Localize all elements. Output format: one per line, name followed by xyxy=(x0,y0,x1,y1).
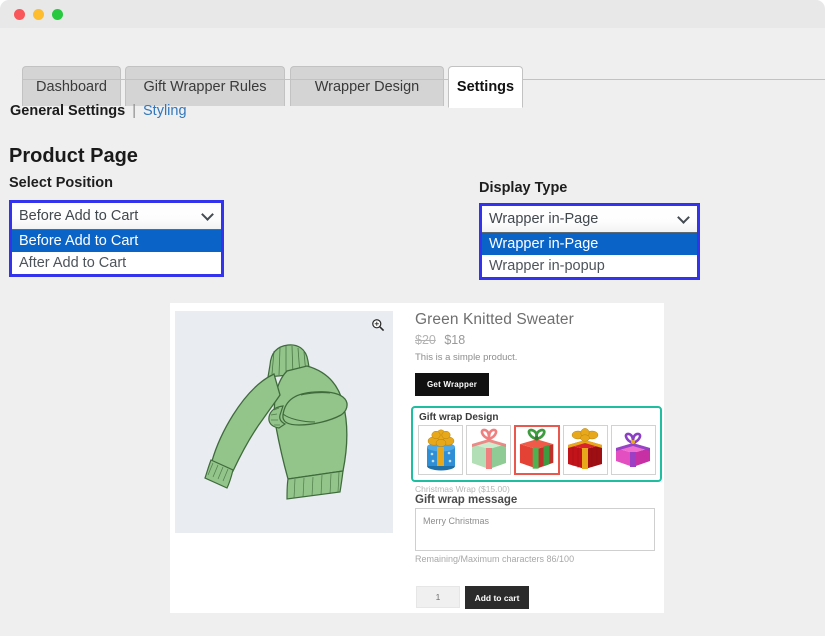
window-titlebar xyxy=(0,0,825,28)
green-pink-gift-icon xyxy=(468,427,510,473)
close-window-button[interactable] xyxy=(14,9,25,20)
tab-settings[interactable]: Settings xyxy=(448,66,523,108)
display-type-option-wrapper-in-page[interactable]: Wrapper in-Page xyxy=(482,233,697,255)
display-type-value: Wrapper in-Page xyxy=(482,211,598,227)
select-position-option-after-add-to-cart[interactable]: After Add to Cart xyxy=(12,252,221,274)
original-price: $20 xyxy=(415,333,436,347)
subnav: General Settings | Styling xyxy=(10,103,187,119)
display-type-label: Display Type xyxy=(479,180,567,196)
tab-gift-wrapper-rules[interactable]: Gift Wrapper Rules xyxy=(125,66,285,106)
gift-wrap-design-options xyxy=(417,425,656,475)
gift-wrap-option-blue-gold-round-gift[interactable] xyxy=(418,425,463,475)
gift-wrap-design-title: Gift wrap Design xyxy=(419,412,656,423)
minimize-window-button[interactable] xyxy=(33,9,44,20)
gift-wrap-design-panel: Gift wrap Design xyxy=(411,406,662,482)
gift-wrap-option-red-green-gift[interactable] xyxy=(514,425,559,475)
subnav-item-styling[interactable]: Styling xyxy=(143,103,187,119)
character-counter: Remaining/Maximum characters 86/100 xyxy=(415,554,574,564)
display-type-option-wrapper-in-popup[interactable]: Wrapper in-popup xyxy=(482,255,697,277)
red-green-gift-icon xyxy=(516,427,557,473)
tab-bar: Dashboard Gift Wrapper Rules Wrapper Des… xyxy=(0,28,825,82)
subnav-separator: | xyxy=(132,103,136,119)
maximize-window-button[interactable] xyxy=(52,9,63,20)
purple-pink-gift-icon xyxy=(612,427,654,473)
tab-dashboard[interactable]: Dashboard xyxy=(22,66,121,106)
subnav-item-general-settings[interactable]: General Settings xyxy=(10,103,125,119)
page-title: Product Page xyxy=(9,145,138,168)
select-position-option-before-add-to-cart[interactable]: Before Add to Cart xyxy=(12,230,221,252)
add-to-cart-button[interactable]: Add to cart xyxy=(465,586,529,609)
product-description: This is a simple product. xyxy=(415,352,659,363)
gift-wrap-option-green-pink-gift[interactable] xyxy=(466,425,511,475)
get-wrapper-button[interactable]: Get Wrapper xyxy=(415,373,489,396)
product-info: Green Knitted Sweater $20 $18 This is a … xyxy=(415,311,659,396)
display-type-dropdown[interactable]: Wrapper in-Page Wrapper in-Page Wrapper … xyxy=(479,203,700,280)
quantity-input[interactable]: 1 xyxy=(416,586,460,608)
select-position-field[interactable]: Before Add to Cart xyxy=(12,203,221,230)
gift-wrap-option-purple-pink-gift[interactable] xyxy=(611,425,656,475)
price-row: $20 $18 xyxy=(415,333,659,347)
sweater-illustration xyxy=(175,311,393,533)
select-position-dropdown[interactable]: Before Add to Cart Before Add to Cart Af… xyxy=(9,200,224,277)
product-image[interactable] xyxy=(175,311,393,533)
chevron-down-icon xyxy=(201,208,214,221)
select-position-label: Select Position xyxy=(9,175,113,191)
product-title: Green Knitted Sweater xyxy=(415,311,659,329)
product-page-preview: Green Knitted Sweater $20 $18 This is a … xyxy=(170,303,664,613)
select-position-option-list: Before Add to Cart After Add to Cart xyxy=(12,230,221,274)
gift-wrap-message-label: Gift wrap message xyxy=(415,494,517,506)
zoom-magnifier-icon[interactable] xyxy=(371,318,385,332)
display-type-option-list: Wrapper in-Page Wrapper in-popup xyxy=(482,233,697,277)
chevron-down-icon xyxy=(677,211,690,224)
select-position-value: Before Add to Cart xyxy=(12,208,138,224)
sale-price: $18 xyxy=(444,333,465,347)
blue-gold-round-gift-icon xyxy=(420,427,462,473)
app-window: Dashboard Gift Wrapper Rules Wrapper Des… xyxy=(0,0,825,636)
gift-wrap-message-input[interactable]: Merry Christmas xyxy=(415,508,655,551)
tab-bar-divider xyxy=(22,79,825,80)
gift-wrap-price-note: Christmas Wrap ($15.00) xyxy=(415,484,510,494)
red-gold-gift-icon xyxy=(564,427,606,473)
gift-wrap-message-value: Merry Christmas xyxy=(416,509,654,526)
gift-wrap-option-red-gold-gift[interactable] xyxy=(563,425,608,475)
display-type-field[interactable]: Wrapper in-Page xyxy=(482,206,697,233)
tab-wrapper-design[interactable]: Wrapper Design xyxy=(290,66,444,106)
